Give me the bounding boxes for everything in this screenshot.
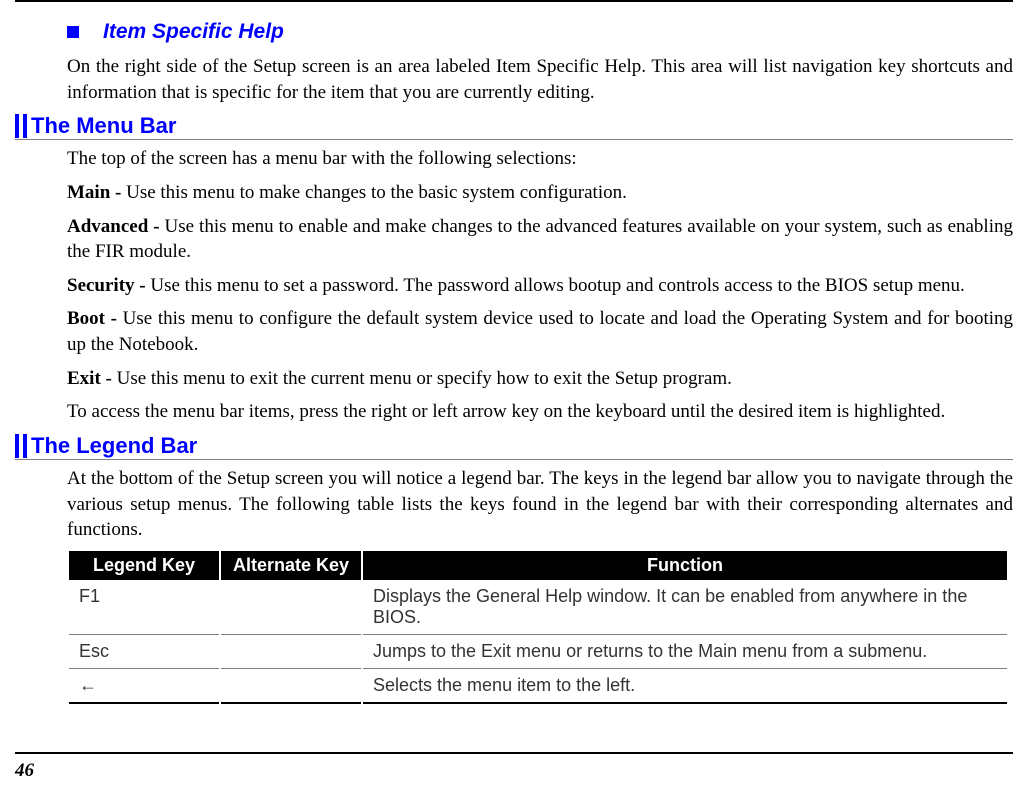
- menu-label-exit: Exit -: [67, 368, 117, 389]
- table-row: Esc Jumps to the Exit menu or returns to…: [69, 635, 1007, 669]
- cell-key-esc: Esc: [69, 635, 219, 669]
- section2-intro: The top of the screen has a menu bar wit…: [67, 146, 1013, 172]
- cell-alt-left-arrow: [221, 669, 361, 704]
- menu-label-main: Main -: [67, 182, 126, 203]
- legend-bar-heading-row: The Legend Bar: [15, 433, 1013, 460]
- header-legend-key: Legend Key: [69, 551, 219, 580]
- section3-heading: The Legend Bar: [31, 433, 197, 459]
- section3-paragraph: At the bottom of the Setup screen you wi…: [67, 466, 1013, 543]
- item-specific-help-heading: Item Specific Help: [67, 20, 1013, 44]
- cell-func-left-arrow: Selects the menu item to the left.: [363, 669, 1007, 704]
- top-rule: [15, 0, 1013, 2]
- section2-outro: To access the menu bar items, press the …: [67, 399, 1013, 425]
- header-function: Function: [363, 551, 1007, 580]
- page-number: 46: [15, 760, 1013, 782]
- menu-label-security: Security -: [67, 275, 150, 296]
- menu-desc-main: Use this menu to make changes to the bas…: [126, 182, 627, 203]
- menu-desc-security: Use this menu to set a password. The pas…: [150, 275, 964, 296]
- table-header-row: Legend Key Alternate Key Function: [69, 551, 1007, 580]
- heading-tick-icon: [15, 114, 19, 138]
- heading-tick-icon: [23, 434, 27, 458]
- cell-alt-f1: [221, 580, 361, 635]
- section1-paragraph: On the right side of the Setup screen is…: [67, 54, 1013, 105]
- table-row: ← Selects the menu item to the left.: [69, 669, 1007, 704]
- bullet-square-icon: [67, 26, 79, 38]
- section1-title: Item Specific Help: [103, 20, 284, 44]
- cell-func-f1: Displays the General Help window. It can…: [363, 580, 1007, 635]
- menu-item-main: Main - Use this menu to make changes to …: [67, 180, 1013, 206]
- page-footer: 46: [15, 752, 1013, 782]
- table-row: F1 Displays the General Help window. It …: [69, 580, 1007, 635]
- menu-desc-boot: Use this menu to configure the default s…: [67, 308, 1013, 355]
- menu-item-boot: Boot - Use this menu to configure the de…: [67, 306, 1013, 357]
- heading-tick-icon: [15, 434, 19, 458]
- heading-tick-icon: [23, 114, 27, 138]
- cell-alt-esc: [221, 635, 361, 669]
- menu-label-boot: Boot -: [67, 308, 123, 329]
- menu-item-advanced: Advanced - Use this menu to enable and m…: [67, 214, 1013, 265]
- menu-label-advanced: Advanced -: [67, 216, 165, 237]
- cell-key-left-arrow: ←: [69, 669, 219, 704]
- footer-rule: [15, 752, 1013, 754]
- section2-heading: The Menu Bar: [31, 113, 176, 139]
- cell-func-esc: Jumps to the Exit menu or returns to the…: [363, 635, 1007, 669]
- menu-item-security: Security - Use this menu to set a passwo…: [67, 273, 1013, 299]
- menu-bar-heading-row: The Menu Bar: [15, 113, 1013, 140]
- menu-item-exit: Exit - Use this menu to exit the current…: [67, 366, 1013, 392]
- legend-table: Legend Key Alternate Key Function F1 Dis…: [67, 551, 1009, 704]
- menu-desc-advanced: Use this menu to enable and make changes…: [67, 216, 1013, 263]
- cell-key-f1: F1: [69, 580, 219, 635]
- header-alternate-key: Alternate Key: [221, 551, 361, 580]
- menu-desc-exit: Use this menu to exit the current menu o…: [117, 368, 732, 389]
